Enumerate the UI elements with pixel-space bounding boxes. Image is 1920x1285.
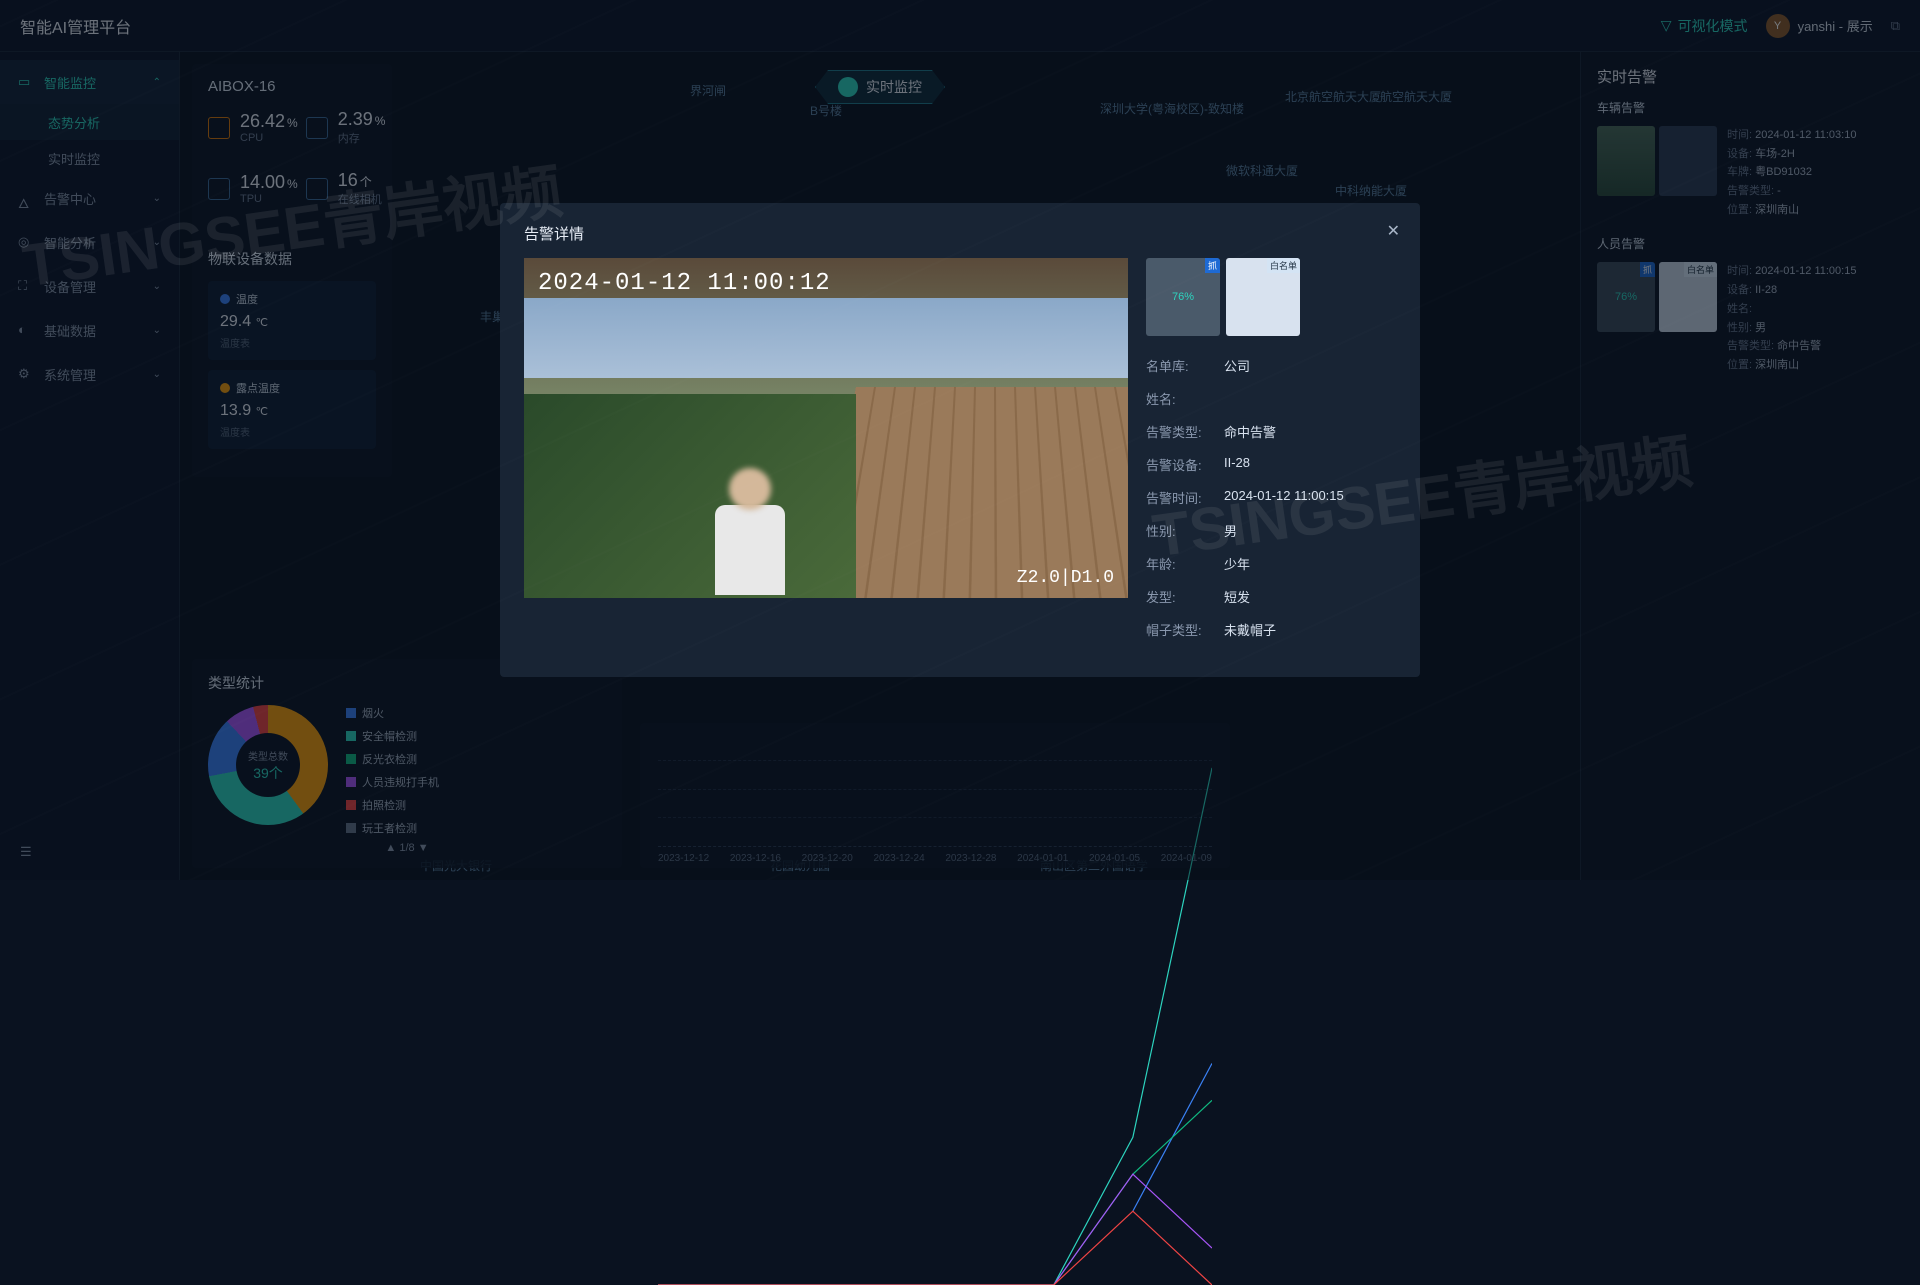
close-icon[interactable]: ✕ bbox=[1387, 221, 1400, 241]
snapshot-zoom: Z2.0|D1.0 bbox=[1017, 568, 1114, 588]
detail-row: 性别:男 bbox=[1146, 521, 1396, 540]
detail-row: 发型:短发 bbox=[1146, 587, 1396, 606]
detail-list: 名单库:公司姓名: 告警类型:命中告警告警设备:II-28 告警时间:2024-01… bbox=[1146, 356, 1396, 639]
detail-row: 帽子类型:未戴帽子 bbox=[1146, 620, 1396, 639]
detail-row: 告警时间:2024-01-12 11:00:15 bbox=[1146, 488, 1396, 507]
detail-row: 姓名: bbox=[1146, 389, 1396, 408]
snapshot-timestamp: 2024-01-12 11:00:12 bbox=[538, 270, 831, 297]
snapshot-image: 2024-01-12 11:00:12 Z2.0|D1.0 bbox=[524, 258, 1128, 598]
detail-thumb-whitelist: 白名单 bbox=[1226, 258, 1300, 336]
detail-row: 年龄:少年 bbox=[1146, 554, 1396, 573]
detail-row: 告警设备:II-28 bbox=[1146, 455, 1396, 474]
modal-title: 告警详情 bbox=[524, 223, 1396, 244]
detail-row: 名单库:公司 bbox=[1146, 356, 1396, 375]
modal-overlay[interactable]: 告警详情 ✕ 2024-01-12 11:00:12 Z2.0|D1.0 抓 7… bbox=[0, 0, 1920, 880]
detail-thumb-captured: 抓 76% bbox=[1146, 258, 1220, 336]
alarm-detail-modal: 告警详情 ✕ 2024-01-12 11:00:12 Z2.0|D1.0 抓 7… bbox=[500, 203, 1420, 677]
detail-row: 告警类型:命中告警 bbox=[1146, 422, 1396, 441]
